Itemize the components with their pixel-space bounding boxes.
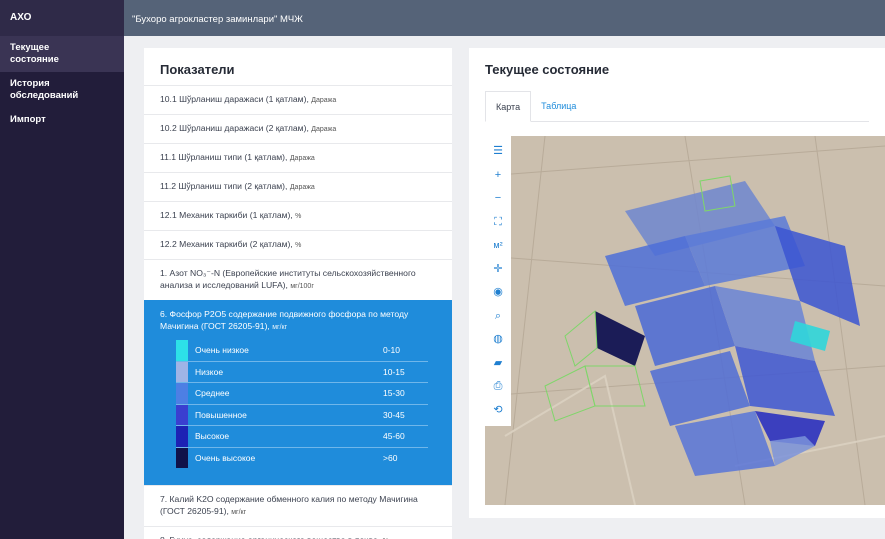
folder-icon[interactable]: ▰	[485, 352, 511, 376]
header-bar: "Бухоро агрокластер заминлари" МЧЖ	[124, 0, 885, 36]
indicators-title: Показатели	[160, 62, 235, 77]
indicator-unit: Даража	[289, 184, 315, 191]
indicator-item[interactable]: 8. Гумус, содержание органического вещес…	[144, 526, 452, 539]
tab-map[interactable]: Карта	[485, 91, 532, 122]
refresh-icon[interactable]: ⟲	[485, 399, 511, 423]
legend-row: Повышенное 30-45	[176, 403, 428, 425]
indicator-item[interactable]: 11.2 Шўрланиш типи (2 қатлам), Даража	[144, 172, 452, 201]
indicator-item[interactable]: 11.1 Шўрланиш типи (1 қатлам), Даража	[144, 143, 452, 172]
legend-row: Высокое 45-60	[176, 425, 428, 447]
indicator-label: 10.2 Шўрланиш даражаси (2 қатлам),	[160, 123, 309, 133]
fullscreen-icon[interactable]: ⛶	[485, 211, 511, 235]
legend-swatch	[176, 447, 188, 468]
sidebar-item-history[interactable]: История обследований	[0, 72, 124, 108]
legend-range: 30-45	[383, 409, 405, 420]
satellite-imagery	[485, 136, 885, 505]
indicators-panel: Показатели 10.1 Шўрланиш даражаси (1 қат…	[144, 48, 452, 539]
legend-range: 0-10	[383, 345, 401, 356]
indicator-label: 8. Гумус, содержание органического вещес…	[160, 535, 380, 539]
search-icon[interactable]: ⌕	[485, 305, 511, 329]
app-logo[interactable]: АХО	[0, 0, 124, 36]
view-tabs: Карта Таблица	[485, 91, 869, 122]
measure-area-icon[interactable]: м²	[485, 234, 511, 258]
indicator-unit: Даража	[311, 97, 337, 104]
legend-label: Низкое	[195, 366, 224, 377]
indicator-label: 10.1 Шўрланиш даражаси (1 қатлам),	[160, 94, 309, 104]
indicator-unit: мг/кг	[272, 324, 288, 331]
legend-range: 45-60	[383, 431, 405, 442]
legend-row: Низкое 10-15	[176, 360, 428, 382]
indicator-label: 11.1 Шўрланиш типи (1 қатлам),	[160, 152, 288, 162]
indicator-label: 12.1 Механик таркиби (1 қатлам),	[160, 210, 293, 220]
indicator-label: 12.2 Механик таркиби (2 қатлам),	[160, 239, 293, 249]
indicator-item[interactable]: 12.2 Механик таркиби (2 қатлам), %	[144, 230, 452, 259]
legend-swatch	[176, 361, 188, 382]
indicator-item[interactable]: 7. Калий K2O содержание обменного калия …	[144, 485, 452, 526]
layers-icon[interactable]: ☰	[485, 140, 511, 164]
indicator-label: 7. Калий K2O содержание обменного калия …	[160, 494, 418, 516]
zoom-out-icon[interactable]: −	[485, 187, 511, 211]
indicator-list: 10.1 Шўрланиш даражаси (1 қатлам), Дараж…	[144, 85, 452, 539]
current-state-title: Текущее состояние	[485, 62, 610, 77]
globe-icon[interactable]: ◍	[485, 328, 511, 352]
legend-range: >60	[383, 452, 398, 463]
indicator-unit: Даража	[311, 126, 337, 133]
legend-row: Среднее 15-30	[176, 382, 428, 404]
indicator-unit: мг/кг	[231, 509, 247, 516]
legend-label: Высокое	[195, 431, 230, 442]
legend-label: Очень высокое	[195, 452, 256, 463]
zoom-in-icon[interactable]: +	[485, 164, 511, 188]
indicator-label: 1. Азот NO₃⁻-N (Европейские институты се…	[160, 268, 416, 290]
legend-swatch	[176, 426, 188, 447]
indicator-unit: мг/100г	[290, 283, 314, 290]
legend-swatch	[176, 340, 188, 361]
organization-title: "Бухоро агрокластер заминлари" МЧЖ	[132, 14, 303, 25]
map-view[interactable]: ☰ + − ⛶ м² ✛ ◉ ⌕ ◍ ▰ ⎙ ⟲	[485, 136, 885, 505]
legend-label: Повышенное	[195, 409, 247, 420]
legend-row: Очень высокое >60	[176, 446, 428, 468]
indicator-item[interactable]: 12.1 Механик таркиби (1 қатлам), %	[144, 201, 452, 230]
indicator-unit: %	[295, 213, 302, 220]
legend-swatch	[176, 383, 188, 404]
legend-label: Среднее	[195, 388, 230, 399]
print-icon[interactable]: ⎙	[485, 375, 511, 399]
indicator-unit: %	[295, 242, 302, 249]
indicator-label: 11.2 Шўрланиш типи (2 қатлам),	[160, 181, 288, 191]
legend-row: Очень низкое 0-10	[176, 340, 428, 361]
map-toolbar: ☰ + − ⛶ м² ✛ ◉ ⌕ ◍ ▰ ⎙ ⟲	[485, 136, 511, 426]
crosshair-icon[interactable]: ✛	[485, 258, 511, 282]
indicator-unit: Даража	[289, 155, 315, 162]
sidebar: АХО Текущее состояние История обследован…	[0, 0, 124, 539]
indicator-item-selected[interactable]: 6. Фосфор P2O5 содержание подвижного фос…	[144, 300, 452, 485]
phosphorus-legend: Очень низкое 0-10 Низкое 10-15 Среднее 15-30 П…	[176, 340, 428, 468]
indicator-item[interactable]: 10.1 Шўрланиш даражаси (1 қатлам), Дараж…	[144, 85, 452, 114]
sidebar-item-current-state[interactable]: Текущее состояние	[0, 36, 124, 72]
legend-range: 10-15	[383, 366, 405, 377]
indicator-item[interactable]: 10.2 Шўрланиш даражаси (2 қатлам), Дараж…	[144, 114, 452, 143]
sidebar-item-import[interactable]: Импорт	[0, 108, 124, 132]
indicator-item[interactable]: 1. Азот NO₃⁻-N (Европейские институты се…	[144, 259, 452, 300]
legend-label: Очень низкое	[195, 345, 249, 356]
eye-icon[interactable]: ◉	[485, 281, 511, 305]
legend-range: 15-30	[383, 388, 405, 399]
legend-swatch	[176, 404, 188, 425]
tab-table[interactable]: Таблица	[531, 91, 586, 121]
